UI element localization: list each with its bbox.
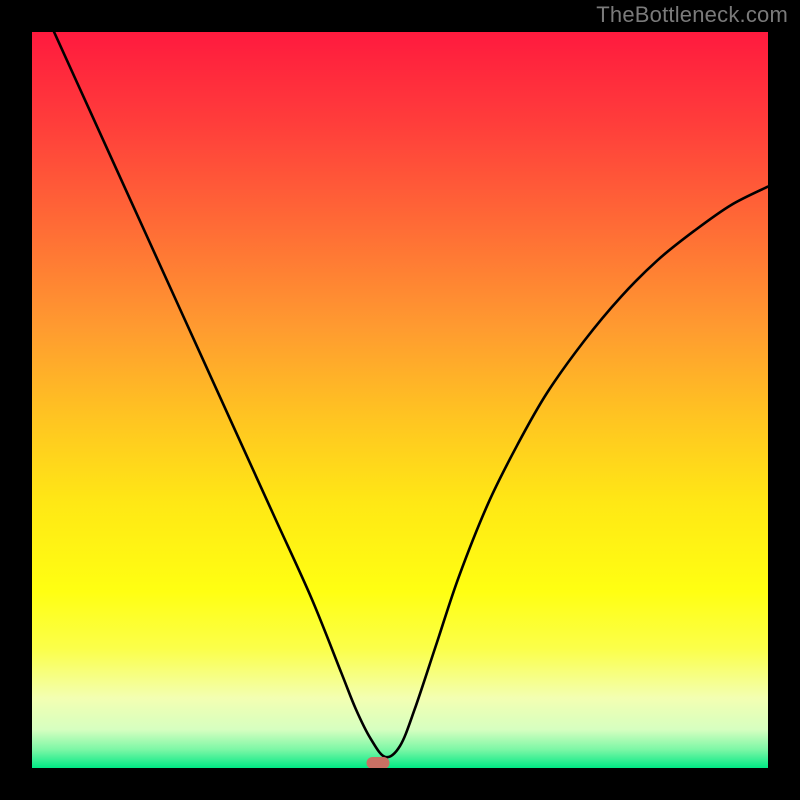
gradient-and-curve (32, 32, 768, 768)
optimal-point-marker (366, 757, 389, 768)
bottleneck-curve-path (54, 32, 768, 757)
chart-frame: TheBottleneck.com (0, 0, 800, 800)
watermark-text: TheBottleneck.com (596, 2, 788, 28)
plot-area (32, 32, 768, 768)
gradient-background (32, 32, 768, 768)
